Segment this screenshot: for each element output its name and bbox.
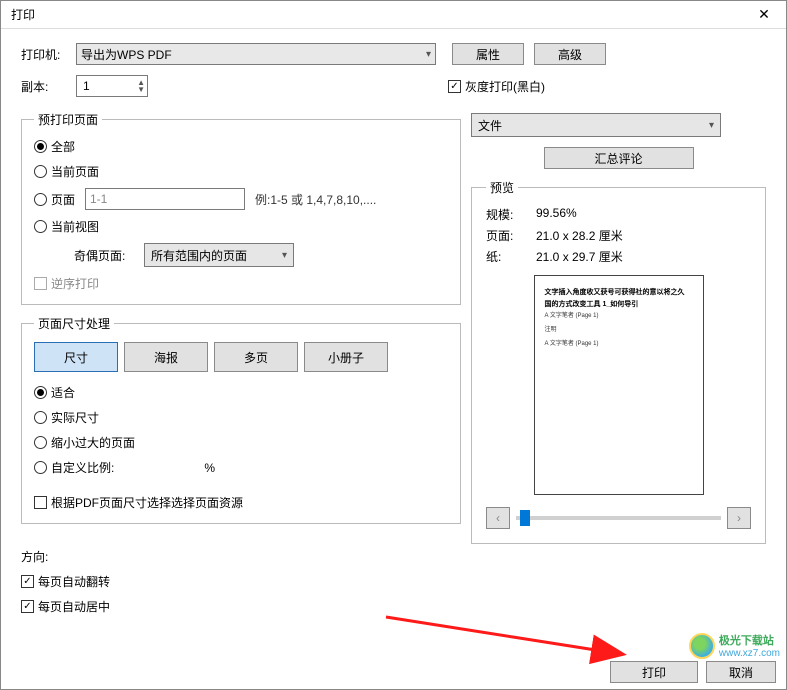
paper-dim-value: 21.0 x 29.7 厘米: [536, 248, 623, 265]
preview-page: 文字插入角度收又获号可获得社的意以将之久 国的方式改变工具 1_如何导引 A 文…: [534, 275, 704, 495]
page-dim-label: 页面:: [486, 227, 536, 244]
watermark-name: 极光下载站: [719, 632, 780, 648]
print-dialog: 打印 ✕ 打印机: 导出为WPS PDF ▾ 属性 高级 副本: 1 ▲▼ ✓: [0, 0, 787, 690]
preview-group: 预览 规模: 99.56% 页面: 21.0 x 28.2 厘米 纸: 21.0…: [471, 179, 766, 544]
close-button[interactable]: ✕: [742, 1, 786, 29]
radio-current-view[interactable]: [34, 220, 47, 233]
radio-current-view-label: 当前视图: [51, 218, 99, 235]
preview-slider[interactable]: [516, 516, 721, 520]
preview-doc-subtitle: 国的方式改变工具 1_如何导引: [545, 300, 693, 310]
radio-custom-label: 自定义比例:: [51, 459, 114, 476]
radio-fit[interactable]: [34, 386, 47, 399]
scale-value: 99.56%: [536, 206, 577, 223]
radio-pages-row[interactable]: 页面 1-1 例:1-5 或 1,4,7,8,10,....: [34, 188, 448, 210]
close-icon: ✕: [758, 6, 770, 23]
chevron-right-icon: ›: [737, 511, 741, 525]
radio-current-page-label: 当前页面: [51, 163, 99, 180]
radio-shrink[interactable]: [34, 436, 47, 449]
preview-legend: 预览: [486, 179, 518, 196]
radio-fit-label: 适合: [51, 384, 75, 401]
tab-booklet[interactable]: 小册子: [304, 342, 388, 372]
preview-doc-line3: A 文字笔者 (Page 1): [545, 340, 693, 348]
page-range-legend: 预打印页面: [34, 111, 102, 128]
odd-even-value: 所有范围内的页面: [151, 247, 247, 264]
reverse-label: 逆序打印: [51, 275, 99, 292]
radio-pages-label: 页面: [51, 191, 85, 208]
slider-thumb[interactable]: [520, 510, 530, 526]
radio-all-label: 全部: [51, 138, 75, 155]
watermark-url: www.xz7.com: [719, 648, 780, 659]
radio-actual-label: 实际尺寸: [51, 409, 99, 426]
chevron-left-icon: ‹: [496, 511, 500, 525]
pages-input[interactable]: 1-1: [85, 188, 245, 210]
radio-current-view-row[interactable]: 当前视图: [34, 218, 448, 235]
page-dim-value: 21.0 x 28.2 厘米: [536, 227, 623, 244]
chevron-down-icon: ▾: [282, 250, 287, 261]
grayscale-checkbox[interactable]: ✓: [448, 80, 461, 93]
printer-selected-value: 导出为WPS PDF: [81, 46, 172, 63]
odd-even-label: 奇偶页面:: [74, 247, 144, 264]
radio-all[interactable]: [34, 140, 47, 153]
choose-by-pdf-label: 根据PDF页面尺寸选择选择页面资源: [51, 494, 243, 511]
summary-comments-button[interactable]: 汇总评论: [544, 147, 694, 169]
radio-pages[interactable]: [34, 193, 47, 206]
radio-current-page[interactable]: [34, 165, 47, 178]
radio-all-row[interactable]: 全部: [34, 138, 448, 155]
reverse-checkbox[interactable]: [34, 277, 47, 290]
choose-by-pdf-checkbox[interactable]: [34, 496, 47, 509]
file-dropdown-value: 文件: [478, 117, 502, 134]
paper-dim-label: 纸:: [486, 248, 536, 265]
radio-actual-row[interactable]: 实际尺寸: [34, 409, 448, 426]
radio-shrink-row[interactable]: 缩小过大的页面: [34, 434, 448, 451]
window-title: 打印: [11, 6, 35, 23]
watermark-logo-icon: [689, 633, 715, 659]
titlebar: 打印 ✕: [1, 1, 786, 29]
pages-example: 例:1-5 或 1,4,7,8,10,....: [255, 191, 376, 208]
size-handling-group: 页面尺寸处理 尺寸 海报 多页 小册子 适合 实际尺寸: [21, 315, 461, 524]
tab-size[interactable]: 尺寸: [34, 342, 118, 372]
orientation-label: 方向:: [21, 548, 461, 565]
copies-spinner[interactable]: 1 ▲▼: [76, 75, 148, 97]
auto-flip-checkbox[interactable]: ✓: [21, 575, 34, 588]
radio-custom[interactable]: [34, 461, 47, 474]
preview-next-button[interactable]: ›: [727, 507, 751, 529]
auto-center-label: 每页自动居中: [38, 598, 110, 615]
tab-multi[interactable]: 多页: [214, 342, 298, 372]
chevron-down-icon: ▾: [709, 120, 714, 131]
page-range-group: 预打印页面 全部 当前页面 页面 1-1 例:1-5 或 1,4,7,8,10,…: [21, 111, 461, 305]
spinner-arrows-icon: ▲▼: [137, 79, 145, 93]
printer-select[interactable]: 导出为WPS PDF ▾: [76, 43, 436, 65]
preview-prev-button[interactable]: ‹: [486, 507, 510, 529]
size-handling-legend: 页面尺寸处理: [34, 315, 114, 332]
radio-actual[interactable]: [34, 411, 47, 424]
file-dropdown[interactable]: 文件 ▾: [471, 113, 721, 137]
preview-doc-line1: A 文字笔者 (Page 1): [545, 312, 693, 320]
tab-poster[interactable]: 海报: [124, 342, 208, 372]
odd-even-dropdown[interactable]: 所有范围内的页面 ▾: [144, 243, 294, 267]
copies-label: 副本:: [21, 78, 76, 95]
chevron-down-icon: ▾: [426, 49, 431, 60]
radio-shrink-label: 缩小过大的页面: [51, 434, 135, 451]
copies-value: 1: [83, 79, 90, 93]
percent-sign: %: [204, 461, 215, 475]
auto-flip-label: 每页自动翻转: [38, 573, 110, 590]
auto-center-checkbox[interactable]: ✓: [21, 600, 34, 613]
watermark: 极光下载站 www.xz7.com: [689, 632, 780, 659]
radio-custom-row[interactable]: 自定义比例: %: [34, 459, 448, 476]
advanced-button[interactable]: 高级: [534, 43, 606, 65]
preview-doc-line2: 注明: [545, 326, 693, 334]
properties-button[interactable]: 属性: [452, 43, 524, 65]
radio-current-page-row[interactable]: 当前页面: [34, 163, 448, 180]
print-button[interactable]: 打印: [610, 661, 698, 683]
grayscale-label: 灰度打印(黑白): [465, 78, 545, 95]
cancel-button[interactable]: 取消: [706, 661, 776, 683]
preview-doc-title: 文字插入角度收又获号可获得社的意以将之久: [545, 288, 693, 298]
radio-fit-row[interactable]: 适合: [34, 384, 448, 401]
scale-label: 规模:: [486, 206, 536, 223]
printer-label: 打印机:: [21, 46, 76, 63]
